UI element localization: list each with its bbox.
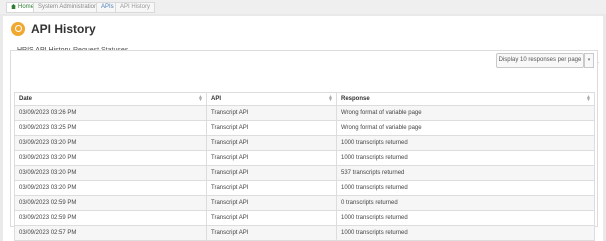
cell-response: Wrong format of variable page	[336, 120, 595, 136]
column-header-response-label: Response	[341, 96, 370, 102]
column-header-api-label: API	[211, 96, 222, 102]
table-row: 03/09/2023 03:25 PM Transcript API Wrong f…	[14, 120, 595, 136]
breadcrumb: Home System Administration APIs API Hist…	[0, 0, 606, 14]
cell-response: 1000 transcripts returned	[336, 210, 595, 226]
chevron-down-icon[interactable]: ▾	[584, 53, 594, 68]
cell-date: 03/09/2023 03:20 PM	[14, 135, 207, 151]
cell-api: Transcript API	[206, 225, 337, 241]
cell-response: 1000 transcripts returned	[336, 150, 595, 166]
breadcrumb-api-history: API History	[115, 2, 156, 13]
cell-api: Transcript API	[206, 210, 337, 226]
cell-response: 0 transcripts returned	[336, 195, 595, 211]
table-row: 03/09/2023 03:20 PM Transcript API 537 tra…	[14, 165, 595, 181]
api-history-table: Date ▲ ▼ API ▲ ▼ Response ▲ ▼ 03/09/2023 03:26…	[14, 92, 595, 241]
cell-api: Transcript API	[206, 165, 337, 181]
table-header-row: Date ▲ ▼ API ▲ ▼ Response ▲ ▼	[14, 92, 595, 106]
column-header-date-label: Date	[19, 96, 33, 102]
breadcrumb-home-label: Home	[18, 4, 35, 10]
table-row: 03/09/2023 03:20 PM Transcript API 1000 tr…	[14, 150, 595, 166]
page-size-select[interactable]: Display 10 responses per page	[496, 53, 584, 68]
sort-icon: ▲ ▼	[198, 94, 203, 103]
table-row: 03/09/2023 02:59 PM Transcript API 0 trans…	[14, 195, 595, 211]
column-header-api[interactable]: API ▲ ▼	[206, 92, 337, 106]
cell-date: 03/09/2023 02:59 PM	[14, 210, 207, 226]
cell-date: 03/09/2023 02:57 PM	[14, 225, 207, 241]
sort-icon: ▲ ▼	[328, 94, 333, 103]
cell-date: 03/09/2023 03:20 PM	[14, 165, 207, 181]
cell-response: 1000 transcripts returned	[336, 225, 595, 241]
breadcrumb-system-administration[interactable]: System Administration	[33, 2, 103, 13]
table-row: 03/09/2023 02:57 PM Transcript API 1000 tr…	[14, 225, 595, 241]
cell-response: 1000 transcripts returned	[336, 180, 595, 196]
cell-api: Transcript API	[206, 135, 337, 151]
cell-api: Transcript API	[206, 195, 337, 211]
cell-response: 1000 transcripts returned	[336, 135, 595, 151]
sort-icon: ▲ ▼	[586, 94, 591, 103]
cell-response: 537 transcripts returned	[336, 165, 595, 181]
api-history-icon	[11, 22, 25, 36]
cell-date: 03/09/2023 03:20 PM	[14, 180, 207, 196]
cell-response: Wrong format of variable page	[336, 105, 595, 121]
home-icon	[11, 4, 16, 9]
table-row: 03/09/2023 03:20 PM Transcript API 1000 tr…	[14, 180, 595, 196]
table-row: 03/09/2023 03:20 PM Transcript API 1000 tr…	[14, 135, 595, 151]
table-row: 03/09/2023 02:59 PM Transcript API 1000 tr…	[14, 210, 595, 226]
column-header-date[interactable]: Date ▲ ▼	[14, 92, 207, 106]
cell-date: 03/09/2023 03:25 PM	[14, 120, 207, 136]
cell-date: 03/09/2023 02:59 PM	[14, 195, 207, 211]
cell-api: Transcript API	[206, 150, 337, 166]
page-title: API History	[31, 22, 96, 36]
cell-api: Transcript API	[206, 105, 337, 121]
cell-date: 03/09/2023 03:20 PM	[14, 150, 207, 166]
column-header-response[interactable]: Response ▲ ▼	[336, 92, 595, 106]
cell-api: Transcript API	[206, 180, 337, 196]
table-row: 03/09/2023 03:26 PM Transcript API Wrong f…	[14, 105, 595, 121]
cell-api: Transcript API	[206, 120, 337, 136]
cell-date: 03/09/2023 03:26 PM	[14, 105, 207, 121]
